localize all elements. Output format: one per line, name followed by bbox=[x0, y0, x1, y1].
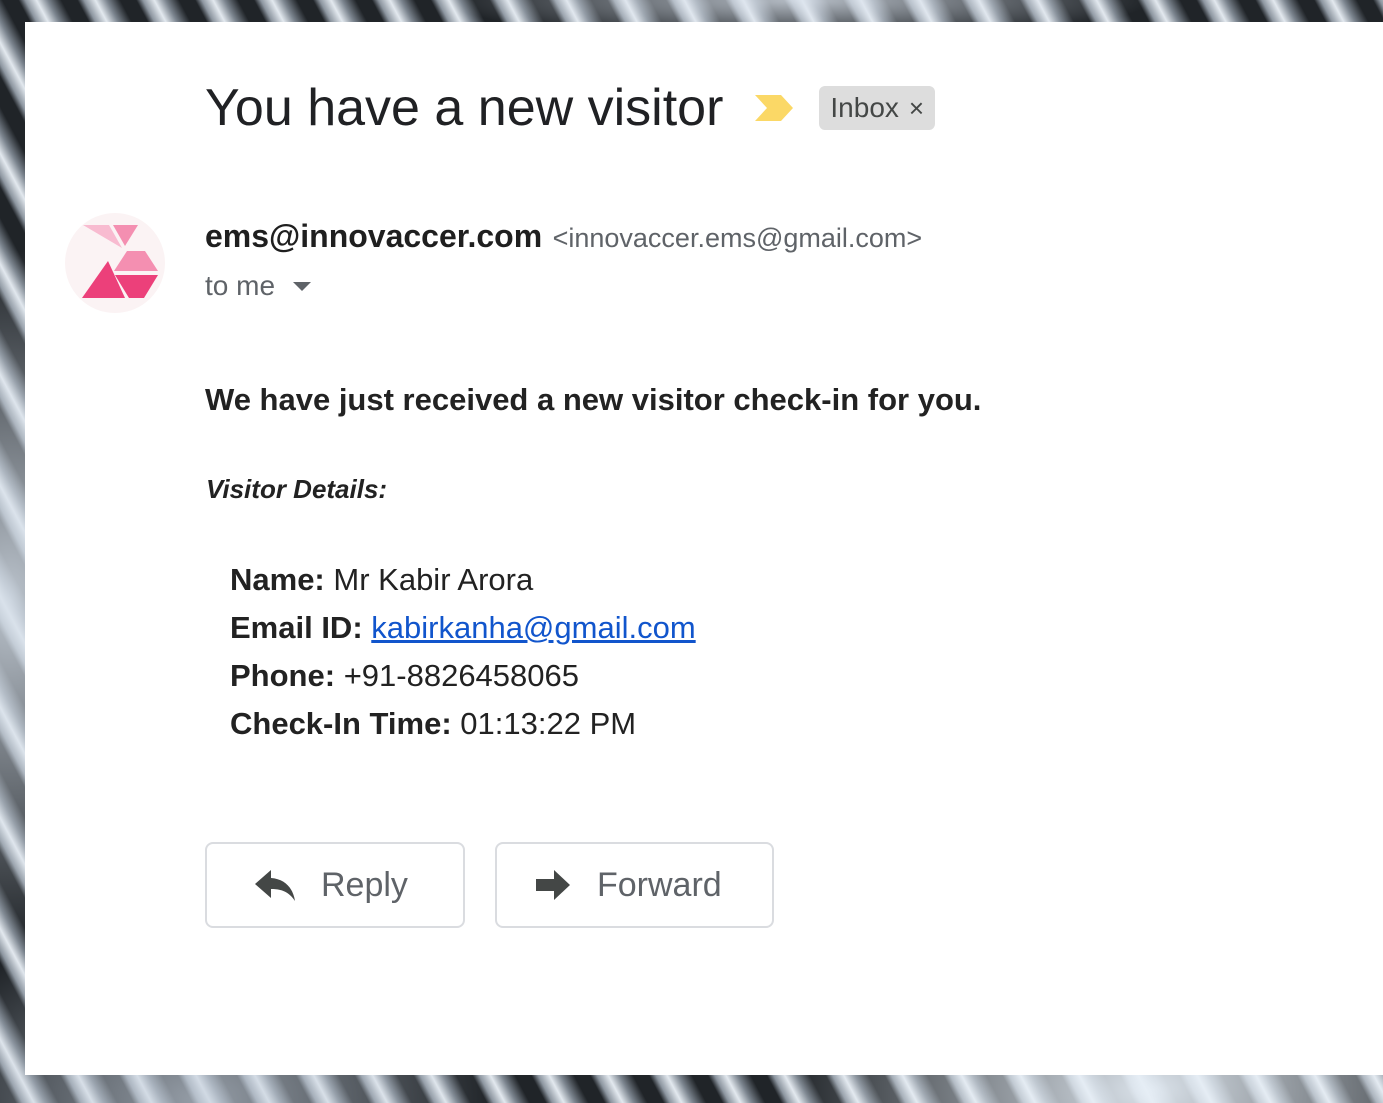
sender-avatar bbox=[65, 213, 165, 313]
visitor-email-link[interactable]: kabirkanha@gmail.com bbox=[371, 610, 695, 645]
chevron-down-icon[interactable] bbox=[293, 281, 312, 291]
detail-row-email: Email ID: kabirkanha@gmail.com bbox=[230, 604, 696, 652]
detail-row-checkin-time: Check-In Time: 01:13:22 PM bbox=[230, 700, 696, 748]
visitor-details: Name: Mr Kabir Arora Email ID: kabirkanh… bbox=[230, 556, 696, 748]
inbox-label-chip: Inbox × bbox=[819, 86, 936, 130]
recipient-label: to me bbox=[205, 270, 276, 301]
avatar-logo-icon bbox=[82, 225, 158, 298]
detail-label: Name: bbox=[230, 562, 325, 597]
sender-email: <innovaccer.ems@gmail.com> bbox=[552, 223, 923, 253]
email-subject: You have a new visitor bbox=[205, 79, 724, 137]
detail-row-name: Name: Mr Kabir Arora bbox=[230, 556, 696, 604]
detail-label: Email ID: bbox=[230, 610, 363, 645]
email-message-view: You have a new visitor Inbox × ems@innov… bbox=[25, 22, 1383, 1075]
reply-label: Reply bbox=[321, 865, 408, 904]
detail-row-phone: Phone: +91-8826458065 bbox=[230, 652, 696, 700]
reply-arrow-icon bbox=[253, 865, 297, 905]
detail-value: 01:13:22 PM bbox=[460, 706, 637, 741]
detail-value: Mr Kabir Arora bbox=[333, 562, 534, 597]
sender-name: ems@innovaccer.com bbox=[205, 218, 543, 254]
inbox-label-text: Inbox bbox=[830, 92, 899, 123]
forward-button[interactable]: Forward bbox=[495, 842, 774, 928]
close-icon[interactable]: × bbox=[909, 93, 924, 124]
recipient-details-toggle[interactable]: to me bbox=[205, 270, 312, 302]
body-intro: We have just received a new visitor chec… bbox=[205, 382, 982, 417]
detail-value: +91-8826458065 bbox=[343, 658, 580, 693]
reply-button[interactable]: Reply bbox=[205, 842, 465, 928]
subject-row: You have a new visitor Inbox × bbox=[205, 78, 936, 138]
importance-marker-icon[interactable] bbox=[753, 93, 795, 123]
detail-label: Check-In Time: bbox=[230, 706, 452, 741]
sender-line: ems@innovaccer.com <innovaccer.ems@gmail… bbox=[205, 218, 922, 255]
detail-label: Phone: bbox=[230, 658, 336, 693]
forward-label: Forward bbox=[597, 865, 722, 904]
forward-arrow-icon bbox=[531, 865, 575, 905]
visitor-details-heading: Visitor Details: bbox=[206, 474, 388, 504]
